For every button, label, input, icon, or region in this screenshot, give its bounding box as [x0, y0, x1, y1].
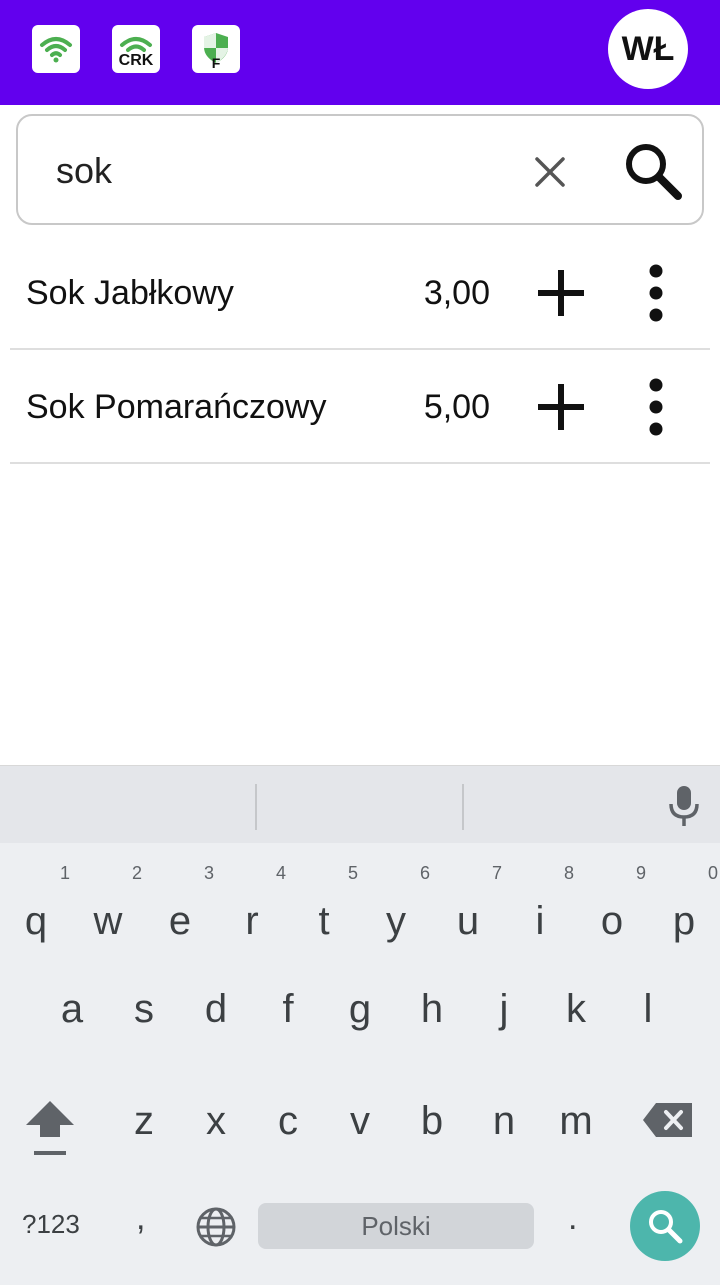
search-action-key[interactable]	[630, 1191, 700, 1261]
key-z[interactable]: z	[124, 1099, 164, 1149]
key-h[interactable]: h	[412, 987, 452, 1037]
key-s[interactable]: s	[124, 987, 164, 1037]
more-vert-icon	[649, 378, 663, 436]
globe-icon	[196, 1207, 236, 1247]
more-vert-icon	[649, 264, 663, 322]
suggestion-strip	[0, 765, 720, 843]
add-product-button[interactable]	[534, 380, 588, 434]
fiscal-status-tile[interactable]: F	[192, 25, 240, 73]
key-c[interactable]: c	[268, 1099, 308, 1149]
voice-input-button[interactable]	[664, 784, 704, 828]
key-p[interactable]: p0	[664, 863, 718, 949]
comma-key[interactable]: ,	[136, 1199, 145, 1238]
key-j[interactable]: j	[484, 987, 524, 1037]
search-box	[16, 114, 704, 225]
search-button[interactable]	[618, 136, 688, 206]
key-hint: 6	[419, 863, 430, 883]
key-label: q	[24, 899, 48, 943]
search-icon	[626, 144, 682, 200]
key-k[interactable]: k	[556, 987, 596, 1037]
key-d[interactable]: d	[196, 987, 236, 1037]
key-hint: 9	[635, 863, 646, 883]
fiscal-label: F	[211, 55, 221, 71]
key-hint: 2	[131, 863, 142, 883]
key-n[interactable]: n	[484, 1099, 524, 1149]
suggestion-divider	[462, 784, 464, 830]
clear-search-button[interactable]	[526, 148, 574, 196]
product-menu-button[interactable]	[636, 378, 676, 436]
soft-keyboard: q1 w2 e3 r4 t5 y6 u7 i8 o9 p0 a s d f g …	[0, 765, 720, 1285]
key-q[interactable]: q1	[16, 863, 70, 949]
key-x[interactable]: x	[196, 1099, 236, 1149]
product-row[interactable]: Sok Pomarańczowy 5,00	[10, 350, 710, 464]
period-key[interactable]: .	[568, 1199, 577, 1238]
shift-key[interactable]	[24, 1097, 76, 1157]
backspace-key[interactable]	[642, 1101, 694, 1139]
close-icon	[535, 157, 565, 187]
key-a[interactable]: a	[52, 987, 92, 1037]
key-label: w	[93, 899, 123, 943]
suggestion-divider	[255, 784, 257, 830]
key-e[interactable]: e3	[160, 863, 214, 949]
key-label: i	[535, 899, 545, 943]
key-v[interactable]: v	[340, 1099, 380, 1149]
plus-icon	[538, 384, 584, 430]
user-avatar[interactable]: WŁ	[608, 9, 688, 89]
key-label: t	[318, 899, 330, 943]
key-hint: 3	[203, 863, 214, 883]
product-name: Sok Pomarańczowy	[26, 388, 327, 426]
symbols-key[interactable]: ?123	[22, 1209, 80, 1240]
key-l[interactable]: l	[628, 987, 668, 1037]
key-hint: 1	[59, 863, 70, 883]
key-y[interactable]: y6	[376, 863, 430, 949]
key-hint: 7	[491, 863, 502, 883]
key-label: p	[672, 899, 696, 943]
key-b[interactable]: b	[412, 1099, 452, 1149]
key-label: y	[386, 899, 406, 943]
language-key[interactable]	[194, 1205, 238, 1249]
add-product-button[interactable]	[534, 266, 588, 320]
backspace-icon	[643, 1103, 692, 1137]
key-o[interactable]: o9	[592, 863, 646, 949]
top-app-bar: CRK F WŁ	[0, 0, 720, 105]
space-key[interactable]: Polski	[258, 1203, 534, 1249]
key-i[interactable]: i8	[520, 863, 574, 949]
product-name: Sok Jabłkowy	[26, 274, 234, 312]
crk-status-tile[interactable]: CRK	[112, 25, 160, 73]
key-hint: 8	[563, 863, 574, 883]
key-label: e	[168, 899, 192, 943]
key-t[interactable]: t5	[304, 863, 358, 949]
key-hint: 0	[707, 863, 718, 883]
search-input[interactable]	[56, 146, 496, 196]
wifi-status-tile[interactable]	[32, 25, 80, 73]
key-g[interactable]: g	[340, 987, 380, 1037]
key-hint: 5	[347, 863, 358, 883]
wifi-icon	[40, 37, 72, 63]
microphone-icon	[669, 786, 699, 826]
product-menu-button[interactable]	[636, 264, 676, 322]
crk-label: CRK	[118, 52, 154, 69]
key-u[interactable]: u7	[448, 863, 502, 949]
product-list: Sok Jabłkowy 3,00 Sok Pomarańczowy 5,00	[10, 236, 710, 464]
product-price: 3,00	[423, 274, 490, 312]
key-w[interactable]: w2	[88, 863, 142, 949]
product-row[interactable]: Sok Jabłkowy 3,00	[10, 236, 710, 350]
key-r[interactable]: r4	[232, 863, 286, 949]
product-price: 5,00	[423, 388, 490, 426]
key-label: r	[245, 899, 259, 943]
search-icon	[649, 1210, 683, 1244]
key-label: u	[456, 899, 480, 943]
key-m[interactable]: m	[556, 1099, 596, 1149]
keyboard-keys: q1 w2 e3 r4 t5 y6 u7 i8 o9 p0 a s d f g …	[0, 843, 720, 1285]
key-hint: 4	[275, 863, 286, 883]
shift-arrow-icon	[26, 1101, 74, 1155]
key-label: o	[600, 899, 624, 943]
plus-icon	[538, 270, 584, 316]
key-f[interactable]: f	[268, 987, 308, 1037]
